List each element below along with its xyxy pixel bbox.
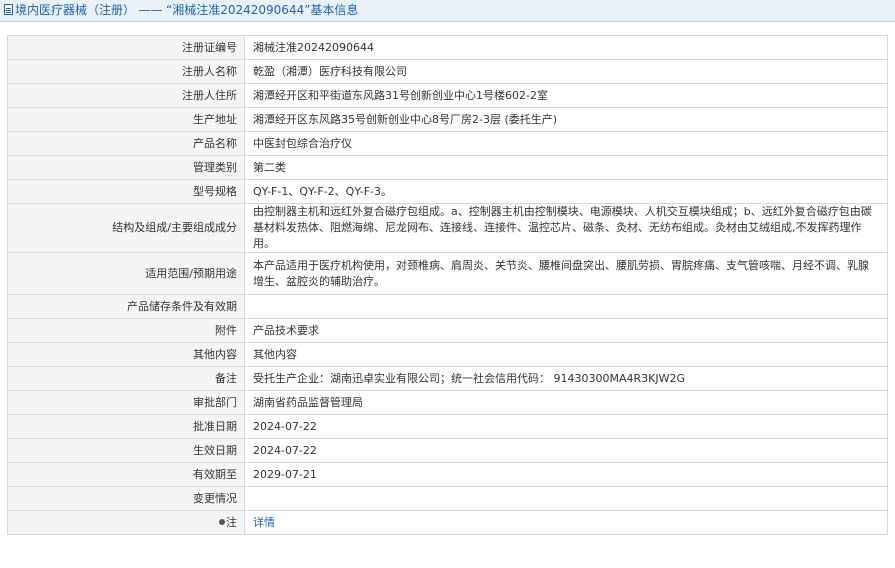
row-label: 其他内容 [7, 342, 245, 367]
table-row: 生效日期 2024-07-22 [7, 438, 888, 463]
document-icon [4, 4, 13, 15]
row-value: 第二类 [244, 155, 888, 180]
row-label: 有效期至 [7, 462, 245, 487]
table-row: 备注 受托生产企业：湖南迅卓实业有限公司；统一社会信用代码： 91430300M… [7, 366, 888, 391]
row-label: 适用范围/预期用途 [7, 252, 245, 295]
row-value: 2024-07-22 [244, 414, 888, 439]
row-label: 变更情况 [7, 486, 245, 511]
details-link[interactable]: 详情 [253, 516, 275, 529]
row-value: 湘潭经开区和平街道东风路31号创新创业中心1号楼602-2室 [244, 83, 888, 108]
table-row: 适用范围/预期用途 本产品适用于医疗机构使用，对颈椎病、肩周炎、关节炎、腰椎间盘… [7, 252, 888, 295]
row-value: 湘械注准20242090644 [244, 35, 888, 60]
table-row: 型号规格 QY-F-1、QY-F-2、QY-F-3。 [7, 179, 888, 204]
table-row: 附件 产品技术要求 [7, 318, 888, 343]
row-label: 结构及组成/主要组成成分 [7, 203, 245, 253]
note-label: 注 [226, 515, 237, 529]
row-label: 生产地址 [7, 107, 245, 132]
info-table: 注册证编号 湘械注准20242090644 注册人名称 乾盈（湘潭）医疗科技有限… [7, 35, 888, 535]
note-value-cell: 详情 [244, 510, 888, 535]
table-row: 有效期至 2029-07-21 [7, 462, 888, 487]
row-value [244, 294, 888, 319]
table-row: 变更情况 [7, 486, 888, 511]
note-label-cell: 注 [7, 510, 245, 535]
row-label: 产品名称 [7, 131, 245, 156]
row-value: 湖南省药品监督管理局 [244, 390, 888, 415]
row-value: QY-F-1、QY-F-2、QY-F-3。 [244, 179, 888, 204]
table-row: 产品储存条件及有效期 [7, 294, 888, 319]
page-header: 境内医疗器械（注册） —— “湘械注准20242090644”基本信息 [0, 0, 895, 22]
row-value: 产品技术要求 [244, 318, 888, 343]
row-label: 注册人住所 [7, 83, 245, 108]
pin-icon [219, 518, 225, 525]
row-value: 本产品适用于医疗机构使用，对颈椎病、肩周炎、关节炎、腰椎间盘突出、腰肌劳损、胃脘… [244, 252, 888, 295]
table-row: 管理类别 第二类 [7, 155, 888, 180]
table-row: 生产地址 湘潭经开区东风路35号创新创业中心8号厂房2-3层 (委托生产) [7, 107, 888, 132]
breadcrumb-separator: —— [138, 3, 163, 17]
table-row: 批准日期 2024-07-22 [7, 414, 888, 439]
row-value: 2029-07-21 [244, 462, 888, 487]
row-value [244, 486, 888, 511]
row-label: 批准日期 [7, 414, 245, 439]
row-value: 由控制器主机和远红外复合磁疗包组成。a、控制器主机由控制模块、电源模块、人机交互… [244, 203, 888, 253]
row-label: 产品储存条件及有效期 [7, 294, 245, 319]
table-row: 注册证编号 湘械注准20242090644 [7, 35, 888, 60]
row-label: 审批部门 [7, 390, 245, 415]
row-value: 中医封包综合治疗仪 [244, 131, 888, 156]
table-row: 其他内容 其他内容 [7, 342, 888, 367]
row-label: 注册证编号 [7, 35, 245, 60]
row-label: 型号规格 [7, 179, 245, 204]
table-row: 审批部门 湖南省药品监督管理局 [7, 390, 888, 415]
table-row: 产品名称 中医封包综合治疗仪 [7, 131, 888, 156]
row-label: 管理类别 [7, 155, 245, 180]
row-label: 备注 [7, 366, 245, 391]
row-value: 乾盈（湘潭）医疗科技有限公司 [244, 59, 888, 84]
table-row: 结构及组成/主要组成成分 由控制器主机和远红外复合磁疗包组成。a、控制器主机由控… [7, 203, 888, 253]
table-row: 注册人名称 乾盈（湘潭）医疗科技有限公司 [7, 59, 888, 84]
table-row: 注 详情 [7, 510, 888, 535]
row-label: 注册人名称 [7, 59, 245, 84]
row-value: 湘潭经开区东风路35号创新创业中心8号厂房2-3层 (委托生产) [244, 107, 888, 132]
row-label: 附件 [7, 318, 245, 343]
row-value: 受托生产企业：湖南迅卓实业有限公司；统一社会信用代码： 91430300MA4R… [244, 366, 888, 391]
row-value: 其他内容 [244, 342, 888, 367]
row-value: 2024-07-22 [244, 438, 888, 463]
breadcrumb-link[interactable]: 境内医疗器械（注册） [15, 3, 135, 17]
page-title: “湘械注准20242090644”基本信息 [166, 3, 359, 17]
table-row: 注册人住所 湘潭经开区和平街道东风路31号创新创业中心1号楼602-2室 [7, 83, 888, 108]
row-label: 生效日期 [7, 438, 245, 463]
